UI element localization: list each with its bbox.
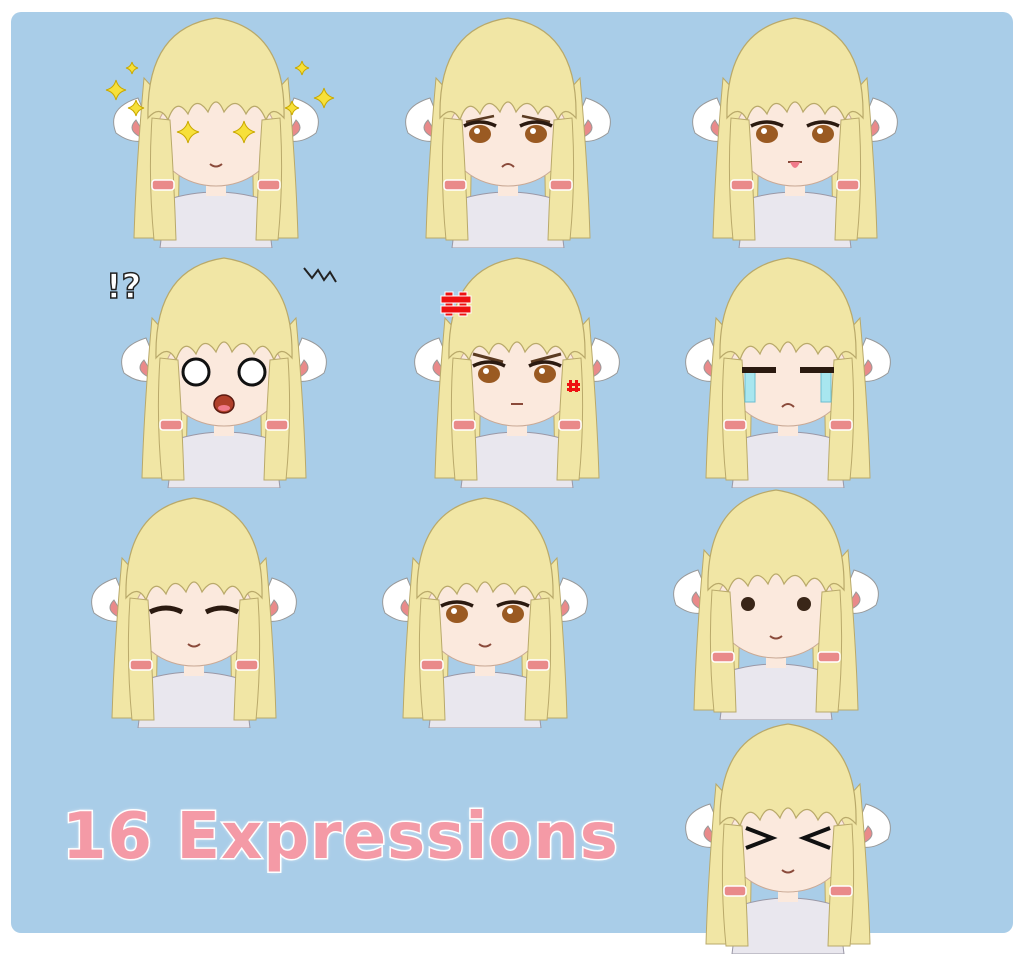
portrait-gentle-smile — [365, 488, 605, 728]
sparkle-eyes-icon — [105, 17, 335, 248]
portrait-tongue — [675, 8, 915, 248]
surprised-icon: !? — [105, 257, 337, 488]
portrait-sad — [388, 8, 628, 248]
angry-icon — [414, 257, 620, 488]
portrait-sparkle — [96, 8, 336, 248]
closed-eyes-smile-icon — [91, 497, 297, 728]
portrait-squint — [668, 714, 908, 954]
dot-eyes-icon — [673, 489, 879, 720]
tongue-out-icon — [692, 17, 898, 248]
squint-icon — [685, 723, 891, 954]
portrait-surprised: !? — [104, 248, 344, 488]
portrait-crying — [668, 248, 908, 488]
gentle-smile-icon — [382, 497, 588, 728]
portrait-dot-eyes — [656, 480, 896, 720]
sad-icon — [405, 17, 611, 248]
portrait-closed-smile — [74, 488, 314, 728]
crying-icon — [685, 257, 891, 488]
headline-text: 16 Expressions — [61, 799, 620, 876]
svg-text:!?: !? — [106, 267, 141, 307]
portrait-angry — [397, 248, 637, 488]
